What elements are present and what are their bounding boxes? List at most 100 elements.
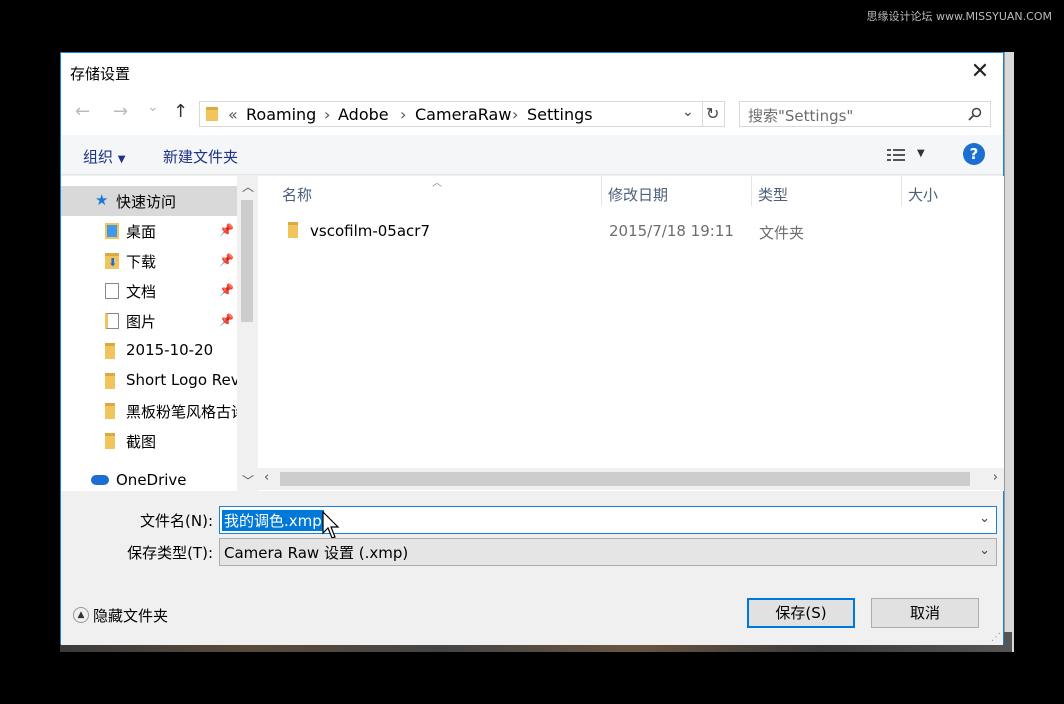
column-header-size[interactable]: 大小 xyxy=(908,184,938,205)
filetype-value: Camera Raw 设置 (.xmp) xyxy=(224,544,409,562)
cancel-button[interactable]: 取消 xyxy=(871,598,979,628)
scroll-down-icon[interactable]: ﹀ xyxy=(242,472,254,489)
column-divider[interactable] xyxy=(901,176,902,206)
sidebar-item-label: 桌面 xyxy=(126,223,157,241)
sidebar-item-blackboard[interactable]: 黑板粉笔风格古诗 xyxy=(61,396,246,426)
file-name: vscofilm-05acr7 xyxy=(310,222,430,240)
new-folder-button[interactable]: 新建文件夹 xyxy=(163,146,238,167)
breadcrumb-separator: › xyxy=(324,105,331,124)
command-toolbar: 组织 ▼ 新建文件夹 ▼ ? xyxy=(61,135,1003,175)
sidebar-item-desktop[interactable]: 桌面 📌 xyxy=(61,216,237,246)
address-overflow[interactable]: « xyxy=(228,105,238,124)
chevron-down-icon[interactable]: ⌄ xyxy=(979,511,990,526)
navigation-bar: ← → ⌄ ↑ « Roaming › Adobe › CameraRaw › … xyxy=(61,91,1003,135)
pin-icon[interactable]: 📌 xyxy=(219,223,234,237)
chevron-down-icon[interactable]: ⌄ xyxy=(682,104,694,120)
filetype-label: 保存类型(T): xyxy=(127,544,213,562)
hide-folders-label: 隐藏文件夹 xyxy=(93,607,169,625)
sidebar-item-downloads[interactable]: ⬇ 下载 📌 xyxy=(61,246,237,276)
column-header-date[interactable]: 修改日期 xyxy=(608,184,668,205)
breadcrumb-roaming[interactable]: Roaming xyxy=(246,105,316,124)
pin-icon[interactable]: 📌 xyxy=(219,253,234,267)
view-dropdown-icon[interactable]: ▼ xyxy=(917,148,925,159)
file-type: 文件夹 xyxy=(759,224,805,242)
sidebar-item-2015-10-20[interactable]: 2015-10-20 xyxy=(61,336,237,366)
scroll-up-icon[interactable]: ︿ xyxy=(242,178,254,195)
sidebar-item-label: 文档 xyxy=(126,283,157,301)
sidebar-item-label: Short Logo Rev xyxy=(126,371,240,389)
close-icon[interactable]: ✕ xyxy=(967,59,993,85)
breadcrumb-cameraraw[interactable]: CameraRaw xyxy=(415,105,511,124)
file-date: 2015/7/18 19:11 xyxy=(609,222,734,240)
chevron-down-icon[interactable]: ⌄ xyxy=(979,543,990,558)
sidebar-item-documents[interactable]: 文档 📌 xyxy=(61,276,237,306)
folder-icon xyxy=(105,433,115,449)
view-options-icon[interactable] xyxy=(887,148,907,166)
save-settings-dialog: 存储设置 ✕ ← → ⌄ ↑ « Roaming › Adobe › Camer… xyxy=(60,52,1004,645)
star-icon: ★ xyxy=(95,191,109,209)
breadcrumb-adobe[interactable]: Adobe xyxy=(338,105,389,124)
help-button[interactable]: ? xyxy=(963,143,985,165)
filename-label: 文件名(N): xyxy=(140,512,213,530)
filetype-select[interactable]: Camera Raw 设置 (.xmp) ⌄ xyxy=(219,538,997,566)
sidebar-item-label: OneDrive xyxy=(116,471,187,489)
scroll-left-icon[interactable]: ‹ xyxy=(264,470,269,485)
up-button[interactable]: ↑ xyxy=(173,101,188,122)
address-divider xyxy=(702,102,703,126)
forward-button[interactable]: → xyxy=(113,101,128,122)
collapse-icon: ▲ xyxy=(73,607,89,623)
sidebar-scrollbar[interactable]: ︿ ﹀ xyxy=(237,176,257,491)
column-divider[interactable] xyxy=(601,176,602,206)
picture-icon xyxy=(105,313,119,329)
organize-label: 组织 xyxy=(83,148,114,166)
cloud-icon xyxy=(91,475,109,485)
search-input[interactable]: 搜索"Settings" xyxy=(739,101,991,127)
save-button[interactable]: 保存(S) xyxy=(747,598,855,628)
column-divider[interactable] xyxy=(751,176,752,206)
address-bar[interactable]: « Roaming › Adobe › CameraRaw › Settings… xyxy=(199,101,725,127)
navigation-pane: ★ 快速访问 桌面 📌 ⬇ 下载 📌 文档 📌 图片 📌 2015-10-20 xyxy=(61,176,257,491)
sidebar-item-label: 快速访问 xyxy=(116,193,177,211)
organize-menu[interactable]: 组织 ▼ xyxy=(83,146,126,167)
save-options-area: 文件名(N): 我的调色.xmp ⌄ 保存类型(T): Camera Raw 设… xyxy=(61,491,1003,645)
folder-icon xyxy=(288,222,298,238)
sidebar-item-label: 黑板粉笔风格古诗 xyxy=(126,403,247,421)
back-button[interactable]: ← xyxy=(75,101,90,122)
column-header-name[interactable]: 名称 xyxy=(282,184,312,205)
sidebar-item-label: 下载 xyxy=(126,253,157,271)
dialog-title: 存储设置 xyxy=(70,65,131,83)
breadcrumb-separator: › xyxy=(512,105,519,124)
breadcrumb-settings[interactable]: Settings xyxy=(527,105,593,124)
search-placeholder: 搜索"Settings" xyxy=(748,107,854,125)
sidebar-item-label: 图片 xyxy=(126,313,157,331)
desktop-icon xyxy=(105,223,119,239)
horizontal-scrollbar[interactable]: ‹ › xyxy=(258,468,1004,490)
sidebar-item-short-logo[interactable]: Short Logo Rev xyxy=(61,366,240,396)
caret-down-icon: ▼ xyxy=(117,154,126,165)
download-icon: ⬇ xyxy=(105,253,119,269)
resize-grip-icon[interactable]: ⋰ xyxy=(991,632,1001,643)
sidebar-item-label: 截图 xyxy=(126,433,157,451)
filename-value[interactable]: 我的调色.xmp xyxy=(222,510,324,531)
sidebar-item-screenshots[interactable]: 截图 xyxy=(61,426,237,456)
sidebar-item-onedrive[interactable]: OneDrive xyxy=(61,466,237,491)
sidebar-item-pictures[interactable]: 图片 📌 xyxy=(61,306,237,336)
background-app-panel xyxy=(1004,52,1014,652)
folder-icon xyxy=(105,373,115,389)
pin-icon[interactable]: 📌 xyxy=(219,313,234,327)
filename-input[interactable]: 我的调色.xmp ⌄ xyxy=(219,506,997,539)
search-icon[interactable] xyxy=(968,107,982,121)
breadcrumb-separator: › xyxy=(400,105,407,124)
scrollbar-thumb[interactable] xyxy=(280,472,970,486)
folder-icon xyxy=(105,403,115,419)
table-row[interactable]: vscofilm-05acr7 2015/7/18 19:11 文件夹 xyxy=(258,216,1004,246)
recent-locations-button[interactable]: ⌄ xyxy=(147,99,159,115)
sort-ascending-icon: ︿ xyxy=(432,178,442,189)
refresh-button[interactable]: ↻ xyxy=(706,104,719,123)
scrollbar-thumb[interactable] xyxy=(241,200,253,322)
scroll-right-icon[interactable]: › xyxy=(993,470,998,485)
pin-icon[interactable]: 📌 xyxy=(219,283,234,297)
document-icon xyxy=(105,283,119,299)
sidebar-item-quick-access[interactable]: ★ 快速访问 xyxy=(61,186,237,216)
column-header-type[interactable]: 类型 xyxy=(758,184,788,205)
